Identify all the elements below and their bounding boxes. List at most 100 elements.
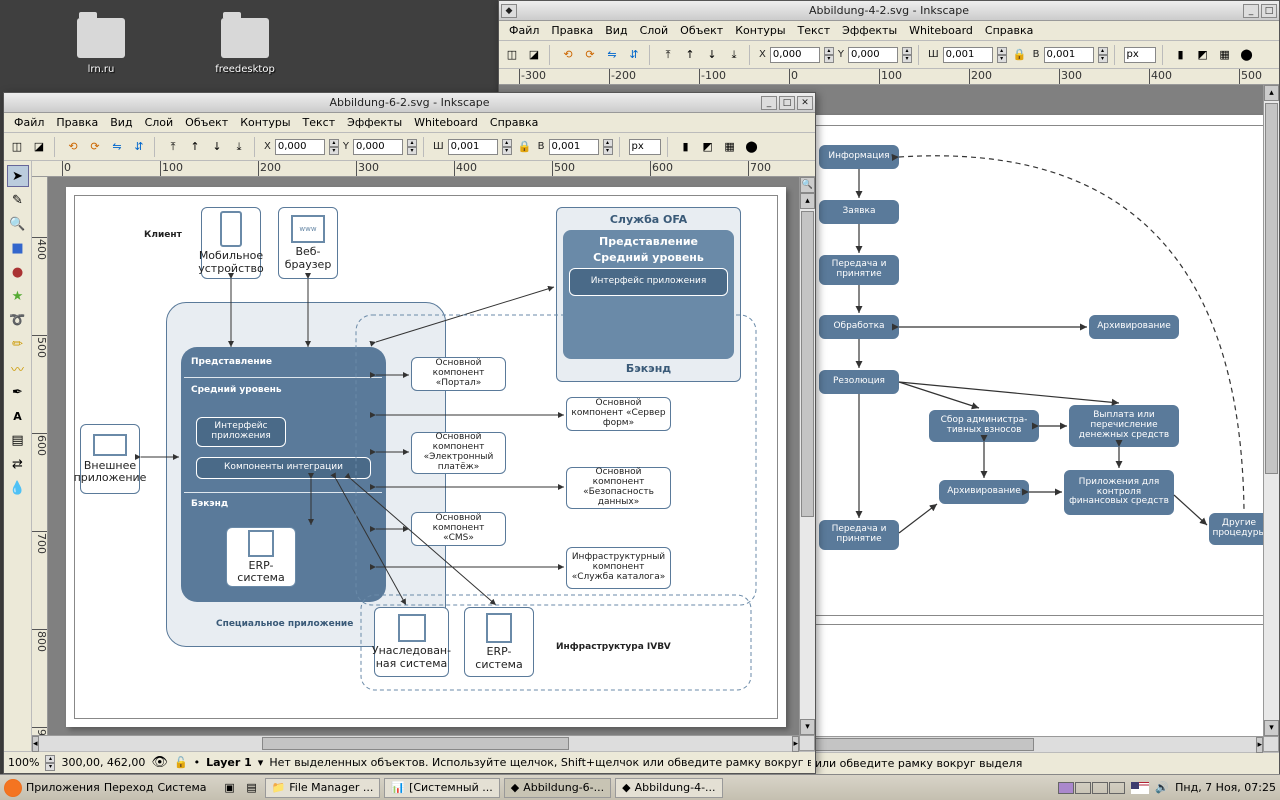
spin-down[interactable]: ▾: [1098, 55, 1108, 63]
spin-down[interactable]: ▾: [329, 147, 339, 155]
minimize-button[interactable]: _: [761, 96, 777, 110]
spin-down[interactable]: ▾: [997, 55, 1007, 63]
menu-layer[interactable]: Слой: [141, 115, 178, 130]
menu-view[interactable]: Вид: [601, 23, 631, 38]
task-abbildung-6[interactable]: ◆Abbildung-6-...: [504, 778, 611, 798]
select-layer-icon[interactable]: ◪: [30, 138, 48, 156]
menu-help[interactable]: Справка: [486, 115, 542, 130]
scroll-down[interactable]: ▾: [1264, 720, 1279, 736]
rotate-cw-icon[interactable]: ⟳: [86, 138, 104, 156]
affect-icon[interactable]: ▦: [721, 138, 739, 156]
star-tool[interactable]: ★: [7, 285, 29, 307]
scroll-thumb[interactable]: [1265, 103, 1278, 474]
scrollbar-vertical[interactable]: 🔍 ▴ ▾: [799, 177, 815, 735]
workspace-switcher[interactable]: [1058, 782, 1125, 794]
affect-icon[interactable]: ▮: [1172, 46, 1190, 64]
lock-icon[interactable]: 🔒: [1011, 46, 1029, 64]
menu-text[interactable]: Текст: [794, 23, 835, 38]
raise-top-icon[interactable]: ⤒: [659, 46, 677, 64]
scroll-down[interactable]: ▾: [800, 719, 815, 735]
menu-object[interactable]: Объект: [181, 115, 232, 130]
menu-whiteboard[interactable]: Whiteboard: [905, 23, 977, 38]
menu-places[interactable]: Переход: [104, 781, 154, 794]
spin-down[interactable]: ▾: [502, 147, 512, 155]
w-input[interactable]: [943, 47, 993, 63]
spin-up[interactable]: ▴: [902, 47, 912, 55]
menu-effects[interactable]: Эффекты: [838, 23, 901, 38]
calligraphy-tool[interactable]: ✒: [7, 381, 29, 403]
menu-effects[interactable]: Эффекты: [343, 115, 406, 130]
spin-up[interactable]: ▴: [997, 47, 1007, 55]
y-input[interactable]: [353, 139, 403, 155]
flip-h-icon[interactable]: ⇋: [603, 46, 621, 64]
menu-file[interactable]: Файл: [10, 115, 48, 130]
menu-whiteboard[interactable]: Whiteboard: [410, 115, 482, 130]
spin-up[interactable]: ▴: [1098, 47, 1108, 55]
lock-toggle-icon[interactable]: 🔓: [174, 756, 188, 769]
pencil-tool[interactable]: ✏: [7, 333, 29, 355]
unit-select[interactable]: [629, 139, 661, 155]
select-all-icon[interactable]: ◫: [8, 138, 26, 156]
spin-down[interactable]: ▾: [603, 147, 613, 155]
spin-up[interactable]: ▴: [824, 47, 834, 55]
menu-view[interactable]: Вид: [106, 115, 136, 130]
menu-system[interactable]: Система: [157, 781, 206, 794]
flip-h-icon[interactable]: ⇋: [108, 138, 126, 156]
lower-icon[interactable]: ↓: [703, 46, 721, 64]
lock-icon[interactable]: 🔒: [516, 138, 534, 156]
rotate-cw-icon[interactable]: ⟳: [581, 46, 599, 64]
spin-down[interactable]: ▾: [902, 55, 912, 63]
raise-icon[interactable]: ↑: [681, 46, 699, 64]
rotate-ccw-icon[interactable]: ⟲: [64, 138, 82, 156]
desktop-icon-lrnru[interactable]: lrn.ru: [66, 18, 136, 75]
raise-top-icon[interactable]: ⤒: [164, 138, 182, 156]
zoom-level[interactable]: 100%: [8, 756, 39, 769]
current-layer[interactable]: Layer 1: [206, 756, 252, 769]
scroll-up[interactable]: ▴: [800, 193, 815, 209]
menu-layer[interactable]: Слой: [636, 23, 673, 38]
rect-tool[interactable]: ■: [7, 237, 29, 259]
spin-up[interactable]: ▴: [603, 139, 613, 147]
menu-help[interactable]: Справка: [981, 23, 1037, 38]
connector-tool[interactable]: ⇄: [7, 453, 29, 475]
x-input[interactable]: [770, 47, 820, 63]
scroll-thumb[interactable]: [801, 211, 814, 517]
canvas[interactable]: Клиент Мобильное устройство www Веб-брау…: [48, 177, 799, 735]
scroll-right[interactable]: ▸: [792, 736, 799, 752]
affect-icon[interactable]: ◩: [699, 138, 717, 156]
text-tool[interactable]: A: [7, 405, 29, 427]
menu-path[interactable]: Контуры: [731, 23, 789, 38]
menu-edit[interactable]: Правка: [547, 23, 597, 38]
h-input[interactable]: [549, 139, 599, 155]
scrollbar-horizontal[interactable]: ◂ ▸: [32, 735, 799, 751]
desktop-icon-freedesktop[interactable]: freedesktop: [210, 18, 280, 75]
gradient-tool[interactable]: ▤: [7, 429, 29, 451]
menu-text[interactable]: Текст: [299, 115, 340, 130]
menu-path[interactable]: Контуры: [236, 115, 294, 130]
menu-file[interactable]: Файл: [505, 23, 543, 38]
titlebar[interactable]: Abbildung-6-2.svg - Inkscape _ □ ✕: [4, 93, 815, 113]
keyboard-layout-icon[interactable]: [1131, 782, 1149, 794]
lower-bottom-icon[interactable]: ⤓: [725, 46, 743, 64]
raise-icon[interactable]: ↑: [186, 138, 204, 156]
task-filemanager[interactable]: 📁File Manager ...: [265, 778, 381, 798]
volume-icon[interactable]: 🔊: [1155, 781, 1169, 794]
scroll-left[interactable]: ◂: [32, 736, 39, 752]
affect-icon[interactable]: ⬤: [1238, 46, 1256, 64]
spin-up[interactable]: ▴: [45, 755, 55, 763]
menu-edit[interactable]: Правка: [52, 115, 102, 130]
titlebar[interactable]: ◆ Abbildung-4-2.svg - Inkscape _ □: [499, 1, 1279, 21]
scrollbar-vertical[interactable]: ▴ ▾: [1263, 85, 1279, 736]
w-input[interactable]: [448, 139, 498, 155]
selector-tool[interactable]: ➤: [7, 165, 29, 187]
node-tool[interactable]: ✎: [7, 189, 29, 211]
affect-icon[interactable]: ▮: [677, 138, 695, 156]
scroll-up[interactable]: ▴: [1264, 85, 1279, 101]
ubuntu-icon[interactable]: [4, 779, 22, 797]
maximize-button[interactable]: □: [779, 96, 795, 110]
h-input[interactable]: [1044, 47, 1094, 63]
clock[interactable]: Пнд, 7 Ноя, 07:25: [1175, 781, 1276, 794]
minimize-button[interactable]: _: [1243, 4, 1259, 18]
bezier-tool[interactable]: 〰: [7, 357, 29, 379]
zoom-tool-btn[interactable]: 🔍: [800, 177, 815, 193]
